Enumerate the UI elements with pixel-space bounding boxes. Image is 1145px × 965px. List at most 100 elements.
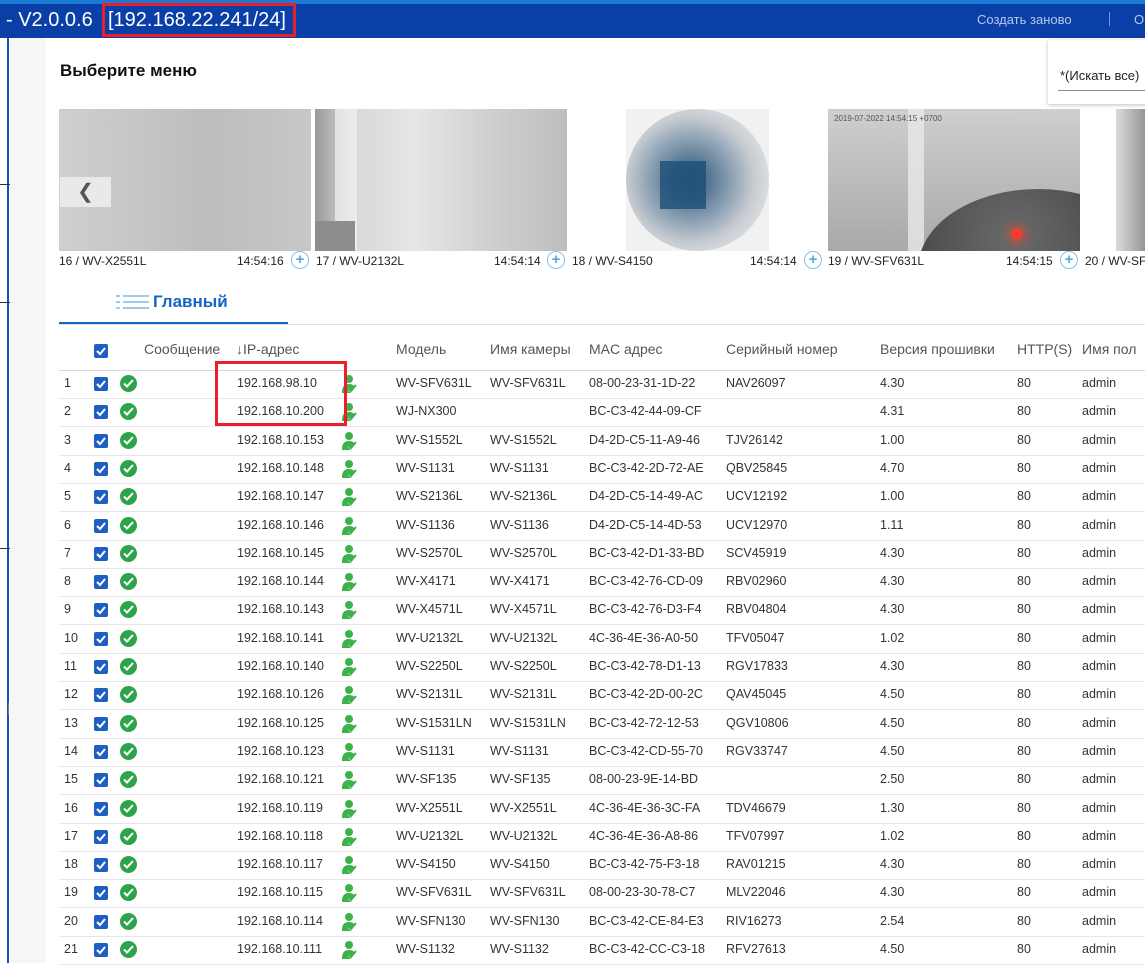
row-http: 80: [1017, 602, 1031, 617]
more-menu-button[interactable]: О: [1134, 12, 1144, 27]
table-row[interactable]: 7 192.168.10.145 WV-S2570L WV-S2570L BC-C3-4…: [59, 540, 1145, 569]
check-icon: [96, 380, 106, 389]
row-mac: BC-C3-42-2D-00-2C: [589, 687, 703, 702]
row-checkbox[interactable]: [94, 575, 108, 590]
row-model: WV-S1131: [396, 460, 455, 475]
table-row[interactable]: 12 192.168.10.126 WV-S2131L WV-S2131L BC-C3-…: [59, 681, 1145, 711]
table-row[interactable]: 11 192.168.10.140 WV-S2250L WV-S2250L BC-C3-…: [59, 653, 1145, 682]
header-ip[interactable]: ↓IP-адрес: [236, 341, 299, 357]
check-mark: [123, 832, 134, 841]
search-box[interactable]: *(Искать все): [1048, 40, 1145, 104]
row-checkbox[interactable]: [94, 603, 108, 618]
table-row[interactable]: 16 192.168.10.119 WV-X2551L WV-X2551L 4C-36-…: [59, 795, 1145, 824]
table-row[interactable]: 4 192.168.10.148 WV-S1131 WV-S1131 BC-C3-42-…: [59, 455, 1145, 484]
table-row[interactable]: 18 192.168.10.117 WV-S4150 WV-S4150 BC-C3-42…: [59, 851, 1145, 881]
row-checkbox[interactable]: [94, 461, 108, 476]
camera-caption: 18 / WV-S4150: [572, 254, 653, 268]
row-checkbox[interactable]: [94, 716, 108, 731]
table-row[interactable]: 6 192.168.10.146 WV-S1136 WV-S1136 D4-2D-C5-…: [59, 512, 1145, 541]
row-firmware: 1.02: [880, 630, 905, 645]
row-checkbox[interactable]: [94, 631, 108, 646]
row-user: admin: [1082, 432, 1117, 447]
header-mac[interactable]: MAC адрес: [589, 341, 663, 357]
row-mac: BC-C3-42-2D-72-AE: [589, 460, 704, 475]
check-circle-icon: [120, 742, 137, 760]
row-checkbox[interactable]: [94, 405, 108, 420]
search-input[interactable]: *(Искать все): [1060, 68, 1139, 83]
table-row[interactable]: 13 192.168.10.125 WV-S1531LN WV-S1531LN BC-C…: [59, 710, 1145, 739]
user-check-icon: [342, 573, 357, 592]
row-number: 6: [64, 517, 71, 532]
row-checkbox[interactable]: [94, 490, 108, 505]
row-serial: RIV16273: [726, 913, 782, 928]
zoom-in-icon[interactable]: +: [1060, 251, 1078, 269]
row-checkbox[interactable]: [94, 829, 108, 844]
check-icon: [96, 804, 106, 813]
zoom-in-icon[interactable]: +: [547, 251, 565, 269]
table-row[interactable]: 5 192.168.10.147 WV-S2136L WV-S2136L D4-2D-C…: [59, 483, 1145, 513]
select-all-checkbox[interactable]: [94, 344, 108, 358]
check-circle-icon: [120, 431, 137, 449]
table-row[interactable]: 14 192.168.10.123 WV-S1131 WV-S1131 BC-C3-42…: [59, 738, 1145, 767]
camera-thumbnail-20[interactable]: [1116, 109, 1145, 251]
table-row[interactable]: 3 192.168.10.153 WV-S1552L WV-S1552L D4-2D-C…: [59, 427, 1145, 456]
row-checkbox[interactable]: [94, 660, 108, 674]
row-checkbox[interactable]: [94, 433, 108, 448]
table-row[interactable]: 9 192.168.10.143 WV-X4571L WV-X4571L BC-C3-4…: [59, 596, 1145, 626]
row-camera-name: WV-S2570L: [490, 545, 557, 560]
row-number: 21: [64, 942, 78, 956]
table-row[interactable]: 10 192.168.10.141 WV-U2132L WV-U2132L 4C-36-…: [59, 625, 1145, 654]
row-user: admin: [1082, 517, 1117, 532]
row-number: 19: [64, 885, 78, 900]
row-user: admin: [1082, 630, 1117, 645]
header-http[interactable]: HTTP(S): [1017, 341, 1072, 357]
row-camera-name: WV-S2131L: [490, 687, 557, 702]
header-firmware[interactable]: Версия прошивки: [880, 341, 995, 357]
table-row[interactable]: 21 192.168.10.111 WV-S1132 WV-S1132 BC-C3-42…: [59, 936, 1145, 965]
table-row[interactable]: 20 192.168.10.114 WV-SFN130 WV-SFN130 BC-C3-…: [59, 908, 1145, 937]
camera-thumbnail-17[interactable]: [315, 109, 567, 251]
row-model: WV-S2570L: [396, 545, 463, 560]
header-message[interactable]: Сообщение: [144, 341, 220, 357]
zoom-in-icon[interactable]: +: [804, 251, 822, 269]
row-checkbox[interactable]: [94, 914, 108, 929]
row-checkbox[interactable]: [94, 744, 108, 759]
prev-thumbnails-button[interactable]: ❮: [60, 177, 111, 207]
row-checkbox[interactable]: [94, 886, 108, 901]
header-user[interactable]: Имя пол: [1082, 341, 1136, 357]
row-ip: 192.168.10.111: [237, 942, 323, 956]
camera-thumbnail-18[interactable]: [626, 109, 769, 251]
header-model[interactable]: Модель: [396, 341, 446, 357]
row-firmware: 1.11: [880, 517, 904, 532]
table-row[interactable]: 19 192.168.10.115 WV-SFV631L WV-SFV631L 08-0…: [59, 879, 1145, 909]
row-firmware: 1.02: [880, 828, 905, 843]
header-camera-name[interactable]: Имя камеры: [490, 341, 571, 357]
zoom-in-icon[interactable]: +: [291, 251, 309, 269]
row-checkbox[interactable]: [94, 688, 108, 703]
check-circle-icon: [120, 941, 137, 958]
row-number: 16: [64, 800, 78, 815]
header-serial[interactable]: Серийный номер: [726, 341, 838, 357]
row-ip: 192.168.10.141: [237, 630, 324, 645]
camera-thumbnail-19[interactable]: 2019-07-2022 14:54:15 +0700: [828, 109, 1080, 251]
row-checkbox[interactable]: [94, 943, 108, 957]
table-row[interactable]: 17 192.168.10.118 WV-U2132L WV-U2132L 4C-36-…: [59, 823, 1145, 852]
row-checkbox[interactable]: [94, 801, 108, 816]
check-mark: [123, 464, 134, 473]
table-row[interactable]: 15 192.168.10.121 WV-SF135 WV-SF135 08-00-23…: [59, 766, 1145, 796]
recreate-button[interactable]: Создать заново: [977, 12, 1072, 27]
camera-led: [1012, 229, 1022, 239]
row-model: WV-U2132L: [396, 630, 464, 645]
table-row[interactable]: 8 192.168.10.144 WV-X4171 WV-X4171 BC-C3-42-…: [59, 568, 1145, 598]
row-number: 14: [64, 743, 78, 758]
row-checkbox[interactable]: [94, 773, 108, 788]
row-checkbox[interactable]: [94, 546, 108, 561]
row-camera-name: WV-S1132: [490, 942, 549, 956]
row-user: admin: [1082, 404, 1117, 419]
row-checkbox[interactable]: [94, 518, 108, 533]
row-checkbox[interactable]: [94, 858, 108, 873]
row-http: 80: [1017, 687, 1031, 702]
row-number: 2: [64, 404, 71, 419]
check-circle-icon: [120, 544, 137, 562]
row-checkbox[interactable]: [94, 377, 108, 391]
